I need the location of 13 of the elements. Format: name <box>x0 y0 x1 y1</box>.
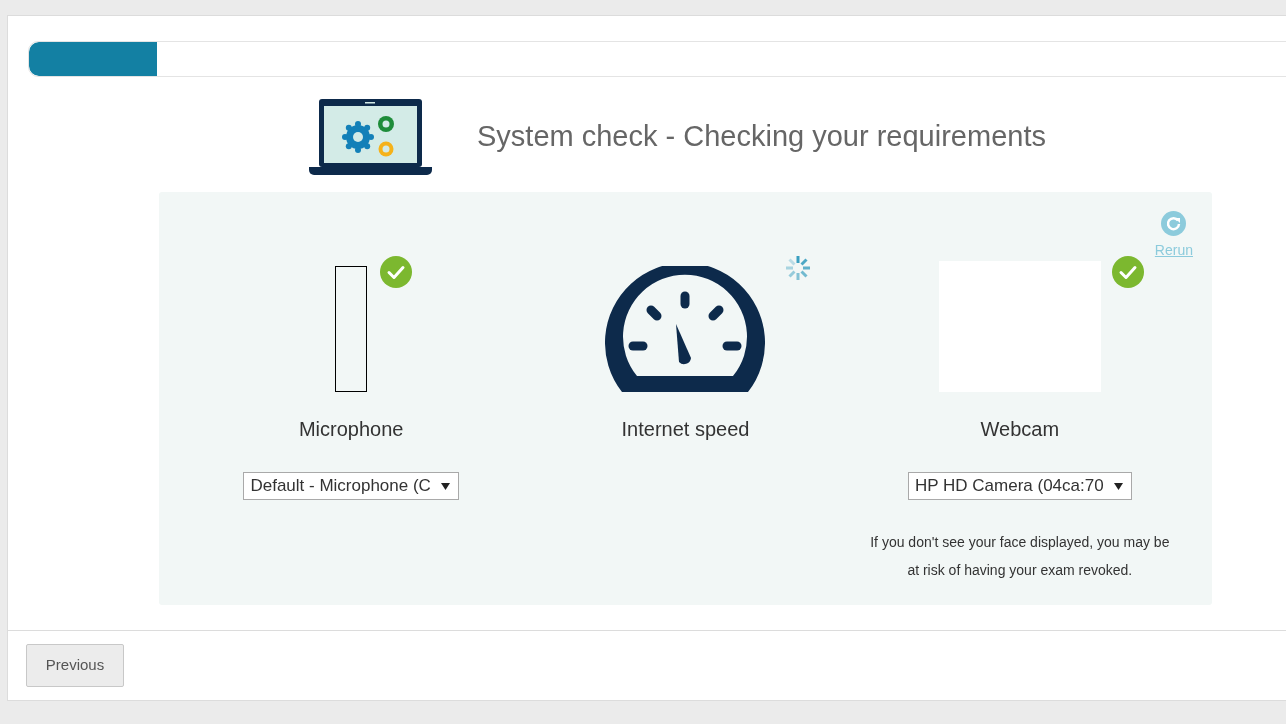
dropdown-arrow-icon <box>1113 482 1123 490</box>
refresh-icon <box>1161 211 1187 236</box>
check-label: Microphone <box>298 417 404 442</box>
previous-button[interactable]: Previous <box>26 644 124 687</box>
device-dropdown[interactable]: HP HD Camera (04ca:70 <box>908 472 1132 500</box>
check-label: Internet speed <box>621 417 750 442</box>
page-title: System check - Checking your requirements <box>477 119 1046 155</box>
laptop-gears-icon <box>309 99 432 175</box>
webcam-note: If you don't see your face displayed, you may be at risk of having your exam revoked. <box>869 533 1171 580</box>
dropdown-arrow-icon <box>440 482 450 490</box>
check-label: Webcam <box>980 417 1060 442</box>
device-dropdown[interactable]: Default - Microphone (C <box>243 472 459 500</box>
speedometer-icon <box>605 266 766 392</box>
